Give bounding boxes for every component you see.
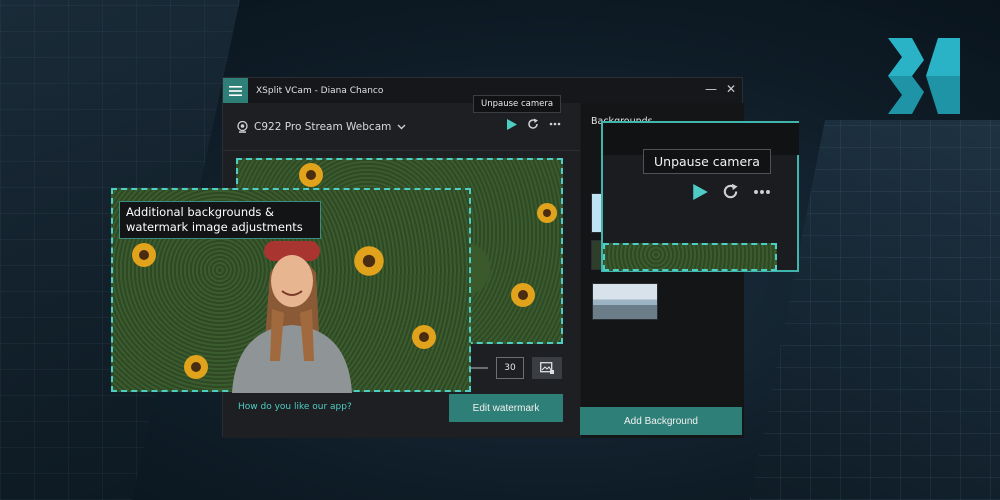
- opacity-value-field[interactable]: 30: [496, 357, 524, 379]
- sunflower-decoration: [537, 203, 557, 223]
- sunflower-decoration: [412, 325, 436, 349]
- menu-icon: [229, 85, 242, 96]
- background-thumbnail[interactable]: [592, 283, 658, 320]
- zoomed-camera-actions: [693, 183, 771, 200]
- sunflower-decoration: [132, 243, 156, 267]
- backgrounds-callout-label: Additional backgrounds & watermark image…: [119, 201, 321, 239]
- image-edit-button[interactable]: [532, 357, 562, 379]
- unpause-tooltip-zoomed: Unpause camera: [643, 149, 771, 174]
- edit-watermark-button[interactable]: Edit watermark: [449, 394, 563, 422]
- image-edit-icon: [540, 362, 554, 374]
- add-background-button[interactable]: Add Background: [580, 407, 742, 435]
- xsplit-logo-icon: [888, 38, 960, 114]
- more-icon[interactable]: [753, 189, 771, 195]
- unpause-tooltip: Unpause camera: [473, 95, 562, 113]
- zoomed-preview-strip: [603, 243, 777, 271]
- more-icon[interactable]: [549, 122, 561, 126]
- camera-name: C922 Pro Stream Webcam: [254, 121, 392, 133]
- camera-select[interactable]: C922 Pro Stream Webcam: [237, 121, 406, 133]
- window-title: XSplit VCam - Diana Chanco: [256, 85, 384, 96]
- refresh-icon[interactable]: [527, 118, 539, 130]
- person-photo: [232, 241, 352, 393]
- webcam-icon: [237, 121, 248, 133]
- sunflower-decoration: [299, 163, 323, 187]
- chevron-down-icon: [397, 124, 406, 130]
- watermark-controls: 30: [470, 357, 562, 379]
- unpause-callout-zoom: Unpause camera: [601, 121, 799, 272]
- opacity-slider[interactable]: [470, 367, 488, 369]
- sunflower-decoration: [511, 283, 535, 307]
- play-icon[interactable]: [507, 118, 517, 130]
- menu-button[interactable]: [223, 78, 248, 103]
- camera-actions: [507, 118, 561, 130]
- play-icon[interactable]: [693, 183, 708, 200]
- callout-line: Additional backgrounds &: [126, 205, 275, 219]
- close-button[interactable]: ✕: [726, 82, 736, 96]
- callout-line: watermark image adjustments: [126, 219, 303, 234]
- minimize-button[interactable]: —: [705, 82, 717, 96]
- refresh-icon[interactable]: [722, 183, 739, 200]
- feedback-link[interactable]: How do you like our app?: [238, 402, 352, 412]
- header-divider: [223, 150, 580, 151]
- sunflower-decoration: [184, 355, 208, 379]
